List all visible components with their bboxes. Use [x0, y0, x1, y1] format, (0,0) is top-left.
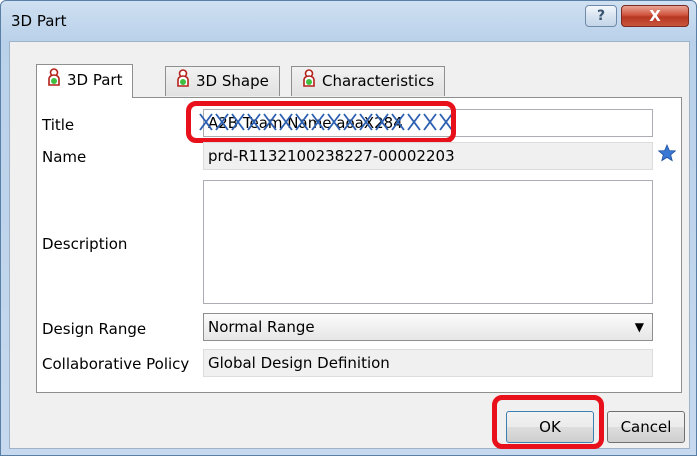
chevron-down-icon: ▼: [634, 320, 644, 334]
description-label: Description: [42, 235, 128, 253]
title-bar[interactable]: 3D Part ? X: [1, 1, 696, 41]
design-range-select[interactable]: Normal Range ▼: [203, 313, 653, 341]
tab-3d-part[interactable]: 3D Part: [36, 64, 134, 98]
name-label: Name: [42, 148, 87, 166]
name-field: prd-R1132100238227-00002203: [203, 142, 653, 170]
title-label: Title: [42, 116, 75, 134]
person-icon: [176, 68, 190, 96]
design-range-label: Design Range: [42, 320, 147, 338]
collab-policy-field: Global Design Definition: [203, 349, 653, 377]
highlight-ok-button: [492, 395, 604, 449]
description-textarea[interactable]: [203, 180, 653, 304]
dialog-window: 3D Part ? X 3D Part 3D Shape Characteris…: [0, 0, 697, 456]
window-title: 3D Part: [11, 12, 67, 30]
cancel-button[interactable]: Cancel: [607, 411, 685, 443]
dialog-client-area: 3D Part 3D Shape Characteristics Title A…: [9, 41, 690, 449]
help-button[interactable]: ?: [585, 5, 617, 27]
person-icon: [302, 68, 316, 96]
tab-label: Characteristics: [322, 72, 435, 90]
highlight-title-field: [186, 101, 456, 143]
collab-policy-label: Collaborative Policy: [42, 355, 190, 373]
tab-label: 3D Part: [67, 71, 123, 89]
close-button[interactable]: X: [621, 5, 689, 27]
tab-3d-shape[interactable]: 3D Shape: [165, 66, 280, 96]
tab-characteristics[interactable]: Characteristics: [291, 66, 446, 96]
design-range-value: Normal Range: [208, 318, 315, 336]
star-icon[interactable]: [658, 144, 676, 162]
tab-label: 3D Shape: [196, 72, 269, 90]
person-icon: [47, 66, 61, 96]
